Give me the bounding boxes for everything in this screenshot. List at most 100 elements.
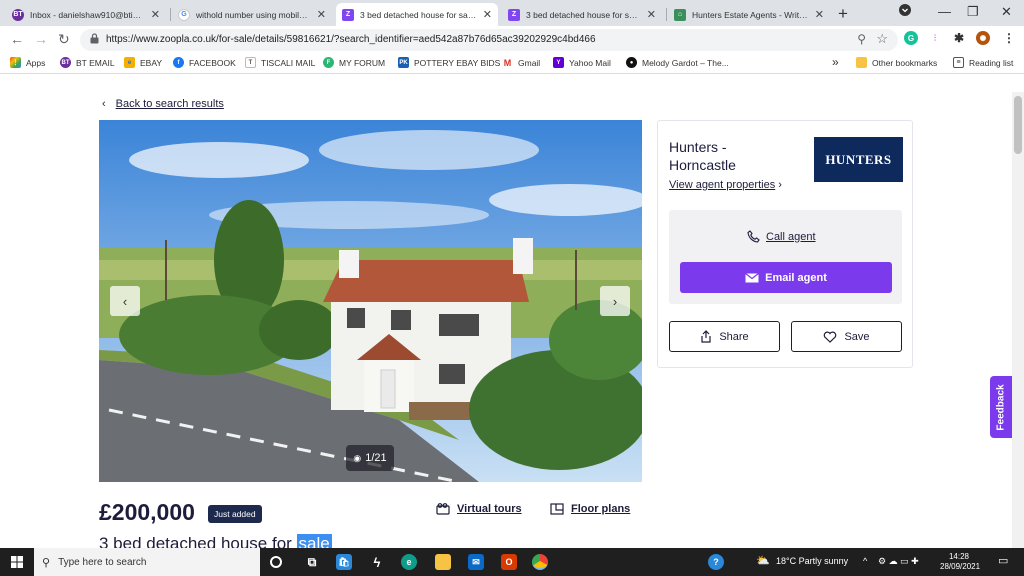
bookmark-pottery[interactable]: PK POTTERY EBAY BIDS [398,57,500,68]
view-agent-properties-label: View agent properties [669,179,776,191]
tab-search-icon[interactable] [899,4,911,19]
bookmark-bt-email[interactable]: BT BT EMAIL [60,57,115,68]
bookmark-star-icon[interactable]: ☆ [876,31,888,47]
browser-tab-active[interactable]: Z 3 bed detached house for sale in ✕ [336,3,498,26]
taskbar-search[interactable]: ⚲ Type here to search [34,548,260,576]
bookmark-ebay[interactable]: e EBAY [124,57,162,68]
back-arrow-icon[interactable]: ← [10,31,24,47]
zoopla-icon: Z [342,8,354,21]
browser-tab[interactable]: G withold number using mobile - Go ✕ [172,3,332,26]
bookmark-label: Gmail [518,57,541,68]
maximize-icon[interactable]: ❐ [967,4,979,20]
envelope-icon [745,272,759,282]
email-agent-label: Email agent [765,271,827,284]
pottery-icon: PK [398,57,409,68]
forward-arrow-icon[interactable]: → [34,31,48,47]
browser-tab[interactable]: Z 3 bed detached house for sale in ✕ [502,3,662,26]
extensions-puzzle-icon[interactable]: ✱ [952,31,966,45]
bookmarks-bar: ⋮ Apps BT BT EMAIL e EBAY f FACEBOOK T T… [0,53,1024,74]
share-label: Share [719,330,749,343]
close-window-icon[interactable]: ✕ [1001,4,1012,20]
listing-price: £200,000 [99,499,195,525]
mail-icon[interactable]: ✉ [468,554,484,570]
system-clock[interactable]: 14:28 28/09/2021 [940,552,981,572]
share-button[interactable]: Share [669,321,780,352]
tab-strip: BT Inbox - danielshaw910@btinternet ✕ G … [0,0,1024,26]
tray-chevron-icon[interactable]: ^ [863,556,867,566]
browser-tab[interactable]: ⌂ Hunters Estate Agents - Write a R ✕ [668,3,830,26]
bookmark-label: FACEBOOK [189,57,236,68]
bookmark-apps[interactable]: ⋮ Apps [10,57,45,68]
weather-text[interactable]: 18°C Partly sunny [776,556,848,566]
bookmarks-overflow-button[interactable]: » [832,55,839,69]
grammarly-icon[interactable]: G [904,31,918,45]
bookmark-tiscali[interactable]: T TISCALI MAIL [245,57,315,68]
file-explorer-icon[interactable] [435,554,451,570]
property-photo[interactable]: ‹ › ◉ 1/21 [99,120,642,482]
camera-icon: ◉ [353,452,362,463]
url-text: https://www.zoopla.co.uk/for-sale/detail… [106,34,596,45]
cortana-icon[interactable] [270,556,282,568]
bookmark-label: Apps [26,57,46,68]
address-bar[interactable]: https://www.zoopla.co.uk/for-sale/detail… [80,29,898,51]
bookmark-my-forum[interactable]: F MY FORUM [323,57,385,68]
view-agent-properties-link[interactable]: View agent properties › [669,179,782,191]
previous-photo-button[interactable]: ‹ [110,286,140,316]
close-icon[interactable]: ✕ [647,8,656,21]
minimize-icon[interactable]: — [938,4,951,19]
tab-title: 3 bed detached house for sale in [526,9,641,20]
close-icon[interactable]: ✕ [317,8,326,21]
chrome-icon[interactable] [532,554,548,570]
feedback-tab[interactable]: Feedback [990,376,1012,438]
close-icon[interactable]: ✕ [151,8,160,21]
close-icon[interactable]: ✕ [483,8,492,21]
new-tab-button[interactable]: + [838,4,848,24]
scrollbar-thumb[interactable] [1014,96,1022,154]
bookmark-label: POTTERY EBAY BIDS [414,57,501,68]
listing-title: 3 bed detached house for sale [99,534,332,548]
bookmark-label: EBAY [140,57,163,68]
bookmark-facebook[interactable]: f FACEBOOK [173,57,236,68]
bookmark-yahoo[interactable]: Y Yahoo Mail [553,57,611,68]
edge-icon[interactable]: e [401,554,417,570]
call-agent-link[interactable]: Call agent [747,230,816,243]
virtual-tours-link[interactable]: Virtual tours [436,503,522,515]
store-icon[interactable]: 🛍 [336,554,352,570]
save-button[interactable]: Save [791,321,902,352]
reading-list[interactable]: ≡ Reading list [953,57,1013,68]
heart-icon [824,331,837,343]
reload-icon[interactable]: ↻ [58,31,70,48]
bt-icon: BT [60,57,71,68]
bookmark-label: TISCALI MAIL [261,57,316,68]
bookmark-other[interactable]: Other bookmarks [856,57,937,68]
windows-start-icon[interactable] [11,556,23,568]
forum-icon: F [323,57,334,68]
profile-avatar[interactable]: ✺ [976,31,990,45]
email-agent-button[interactable]: Email agent [680,262,892,293]
help-icon[interactable]: ? [708,554,724,570]
tiscali-icon: T [245,57,256,68]
menu-icon[interactable]: ⋮ [1002,31,1016,45]
notifications-icon[interactable]: ▭ [998,554,1008,567]
floor-plans-link[interactable]: Floor plans [550,503,630,515]
melody-icon: ● [626,57,637,68]
weather-icon[interactable]: ⛅ [756,554,770,567]
tab-title: withold number using mobile - Go [196,9,311,20]
back-to-results-link[interactable]: ‹ Back to search results [102,98,224,110]
bookmark-gmail[interactable]: M Gmail [502,57,540,68]
tray-apps-icon[interactable]: ⚙ ☁ ▭ ✚ [878,556,919,567]
clock-date: 28/09/2021 [940,562,981,571]
bookmark-melody-gardot[interactable]: ● Melody Gardot – The... [626,57,729,68]
task-view-icon[interactable]: ⧉ [304,554,320,570]
browser-tab[interactable]: BT Inbox - danielshaw910@btinternet ✕ [6,3,166,26]
photo-counter[interactable]: ◉ 1/21 [346,445,394,471]
zoom-icon[interactable]: ⚲ [857,32,866,46]
close-icon[interactable]: ✕ [815,8,824,21]
taskbar-search-placeholder: Type here to search [58,556,147,568]
app-bolt-icon[interactable]: ϟ [369,554,385,570]
page-scrollbar[interactable] [1012,92,1024,548]
just-added-badge: Just added [208,505,262,523]
office-icon[interactable]: O [501,554,517,570]
next-photo-button[interactable]: › [600,286,630,316]
colorful-extension-icon[interactable]: ⫶ [928,31,942,45]
